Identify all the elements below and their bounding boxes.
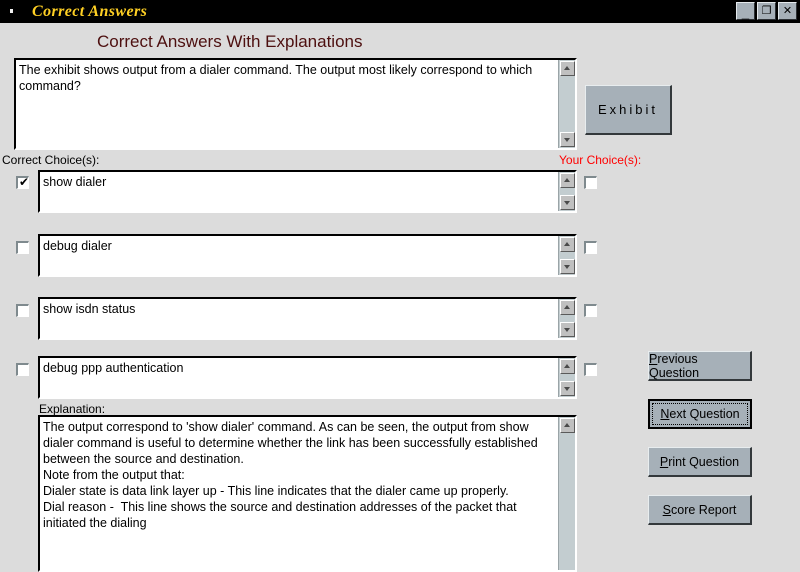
print-question-button[interactable]: Print Question	[648, 447, 752, 477]
your-checkbox-1[interactable]	[584, 176, 597, 189]
answer-textbox-1[interactable]: show dialer	[38, 170, 577, 213]
exhibit-button-label: Exhibit	[597, 102, 659, 117]
question-textbox[interactable]: The exhibit shows output from a dialer c…	[14, 58, 577, 150]
print-question-accel: P	[659, 454, 669, 469]
answer-4-scrollbar[interactable]	[558, 358, 575, 397]
explanation-label: Explanation:	[39, 402, 106, 416]
minimize-icon: _	[741, 5, 750, 20]
correct-choices-label: Correct Choice(s):	[2, 153, 100, 167]
window-controls: _ ❐ ✕	[736, 2, 797, 20]
scroll-down-icon[interactable]	[560, 259, 575, 274]
window-icon	[4, 4, 20, 20]
correct-checkbox-3[interactable]	[16, 304, 29, 317]
scroll-down-icon[interactable]	[560, 322, 575, 337]
minimize-button[interactable]: _	[736, 2, 755, 20]
close-icon: ✕	[782, 4, 793, 17]
answer-textbox-3[interactable]: show isdn status	[38, 297, 577, 340]
answer-text-3: show isdn status	[43, 302, 136, 316]
close-button[interactable]: ✕	[778, 2, 797, 20]
next-question-rest: ext Question	[669, 407, 740, 421]
window-title: Correct Answers	[32, 2, 148, 20]
exhibit-button[interactable]: Exhibit	[585, 85, 672, 135]
answer-text-1: show dialer	[43, 175, 107, 189]
scroll-up-icon[interactable]	[560, 418, 575, 433]
scroll-up-icon[interactable]	[560, 300, 575, 315]
correct-checkbox-2[interactable]	[16, 241, 29, 254]
answer-text-2: debug dialer	[43, 239, 112, 253]
correct-checkbox-1-mark: ✔	[19, 175, 30, 189]
print-question-rest: rint Question	[668, 454, 740, 469]
previous-question-rest: revious Question	[649, 351, 700, 380]
your-checkbox-3[interactable]	[584, 304, 597, 317]
explanation-text: The output correspond to 'show dialer' c…	[43, 420, 538, 530]
score-report-accel: S	[662, 502, 672, 517]
answer-1-scrollbar[interactable]	[558, 172, 575, 211]
scroll-down-icon[interactable]	[560, 132, 575, 147]
correct-checkbox-4[interactable]	[16, 363, 29, 376]
page-title: Correct Answers With Explanations	[97, 32, 363, 51]
score-report-label: Score Report	[663, 503, 737, 517]
scroll-down-icon[interactable]	[560, 381, 575, 396]
answer-3-scrollbar[interactable]	[558, 299, 575, 338]
explanation-textbox[interactable]: The output correspond to 'show dialer' c…	[38, 415, 577, 572]
answer-2-scrollbar[interactable]	[558, 236, 575, 275]
explanation-scrollbar[interactable]	[558, 417, 575, 570]
application-window: Correct Answers _ ❐ ✕ Correct Answers Wi…	[0, 0, 800, 572]
correct-checkbox-1[interactable]: ✔	[16, 176, 29, 189]
question-text: The exhibit shows output from a dialer c…	[19, 63, 536, 93]
score-report-button[interactable]: Score Report	[648, 495, 752, 525]
next-question-button[interactable]: Next Question	[648, 399, 752, 429]
client-area: Correct Answers With Explanations The ex…	[0, 23, 800, 572]
scroll-up-icon[interactable]	[560, 237, 575, 252]
scroll-down-icon[interactable]	[560, 195, 575, 210]
previous-question-label: Previous Question	[649, 352, 750, 380]
answer-textbox-2[interactable]: debug dialer	[38, 234, 577, 277]
your-choices-label: Your Choice(s):	[559, 153, 642, 167]
scroll-up-icon[interactable]	[560, 173, 575, 188]
scroll-up-icon[interactable]	[560, 359, 575, 374]
your-checkbox-4[interactable]	[584, 363, 597, 376]
print-question-label: Print Question	[660, 455, 739, 469]
answer-text-4: debug ppp authentication	[43, 361, 184, 375]
restore-icon: ❐	[761, 4, 772, 17]
answer-textbox-4[interactable]: debug ppp authentication	[38, 356, 577, 399]
scroll-up-icon[interactable]	[560, 61, 575, 76]
next-question-label: Next Question	[660, 407, 739, 421]
your-checkbox-2[interactable]	[584, 241, 597, 254]
previous-question-button[interactable]: Previous Question	[648, 351, 752, 381]
question-scrollbar[interactable]	[558, 60, 575, 148]
title-bar: Correct Answers _ ❐ ✕	[0, 0, 800, 23]
score-report-rest: core Report	[671, 502, 737, 517]
restore-button[interactable]: ❐	[757, 2, 776, 20]
